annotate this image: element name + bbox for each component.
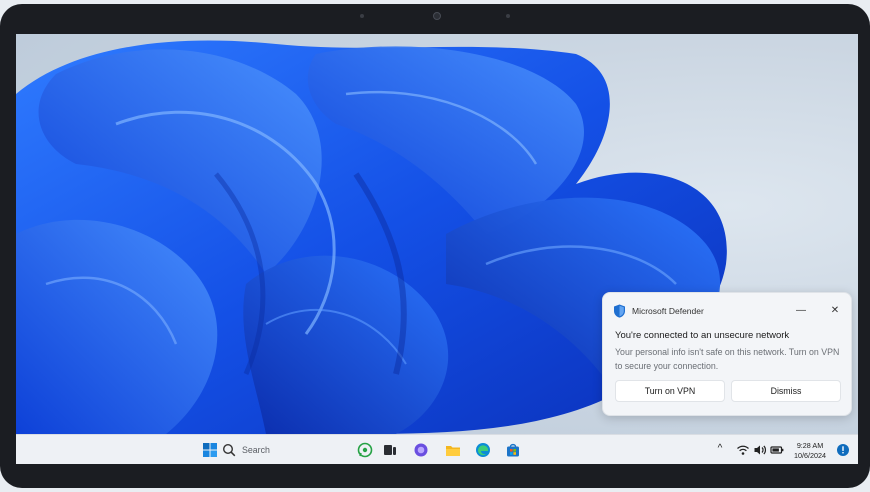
file-explorer-icon[interactable] bbox=[445, 442, 461, 458]
tablet-device: Microsoft Defender — ✕ You're connected … bbox=[0, 4, 870, 488]
shield-icon bbox=[614, 304, 625, 318]
search-icon bbox=[222, 443, 236, 457]
desktop-screen: Microsoft Defender — ✕ You're connected … bbox=[16, 34, 858, 464]
tray-overflow-chevron[interactable]: ^ bbox=[714, 443, 726, 454]
task-view-icon[interactable] bbox=[382, 442, 398, 458]
sensor-dot bbox=[506, 14, 510, 18]
minimize-button[interactable]: — bbox=[793, 303, 809, 319]
turn-on-vpn-button[interactable]: Turn on VPN bbox=[615, 380, 725, 402]
search-placeholder: Search bbox=[242, 445, 270, 455]
wifi-icon[interactable] bbox=[736, 443, 750, 457]
notification-body: Your personal info isn't safe on this ne… bbox=[615, 347, 840, 371]
camera-bar bbox=[360, 12, 510, 20]
taskbar-search[interactable]: Search bbox=[222, 441, 342, 459]
whatsapp-icon[interactable] bbox=[357, 442, 373, 458]
sensor-dot bbox=[360, 14, 364, 18]
camera-lens bbox=[433, 12, 441, 20]
edge-icon[interactable] bbox=[475, 442, 491, 458]
notification-app-name: Microsoft Defender bbox=[632, 306, 704, 316]
taskbar: Search ^ 9:28 AM 10/6/2024 bbox=[16, 434, 858, 464]
start-icon[interactable] bbox=[202, 442, 218, 458]
clock-time[interactable]: 9:28 AM bbox=[788, 441, 832, 450]
dismiss-button[interactable]: Dismiss bbox=[731, 380, 841, 402]
battery-icon[interactable] bbox=[770, 443, 784, 457]
notification-title: You're connected to an unsecure network bbox=[615, 330, 790, 341]
close-icon[interactable]: ✕ bbox=[827, 303, 843, 319]
notification-center-icon[interactable] bbox=[836, 443, 850, 457]
defender-notification[interactable]: Microsoft Defender — ✕ You're connected … bbox=[602, 292, 852, 416]
clock-date[interactable]: 10/6/2024 bbox=[788, 451, 832, 460]
volume-icon[interactable] bbox=[753, 443, 767, 457]
store-icon[interactable] bbox=[505, 442, 521, 458]
notification-header: Microsoft Defender bbox=[613, 303, 704, 319]
copilot-icon[interactable] bbox=[413, 442, 429, 458]
